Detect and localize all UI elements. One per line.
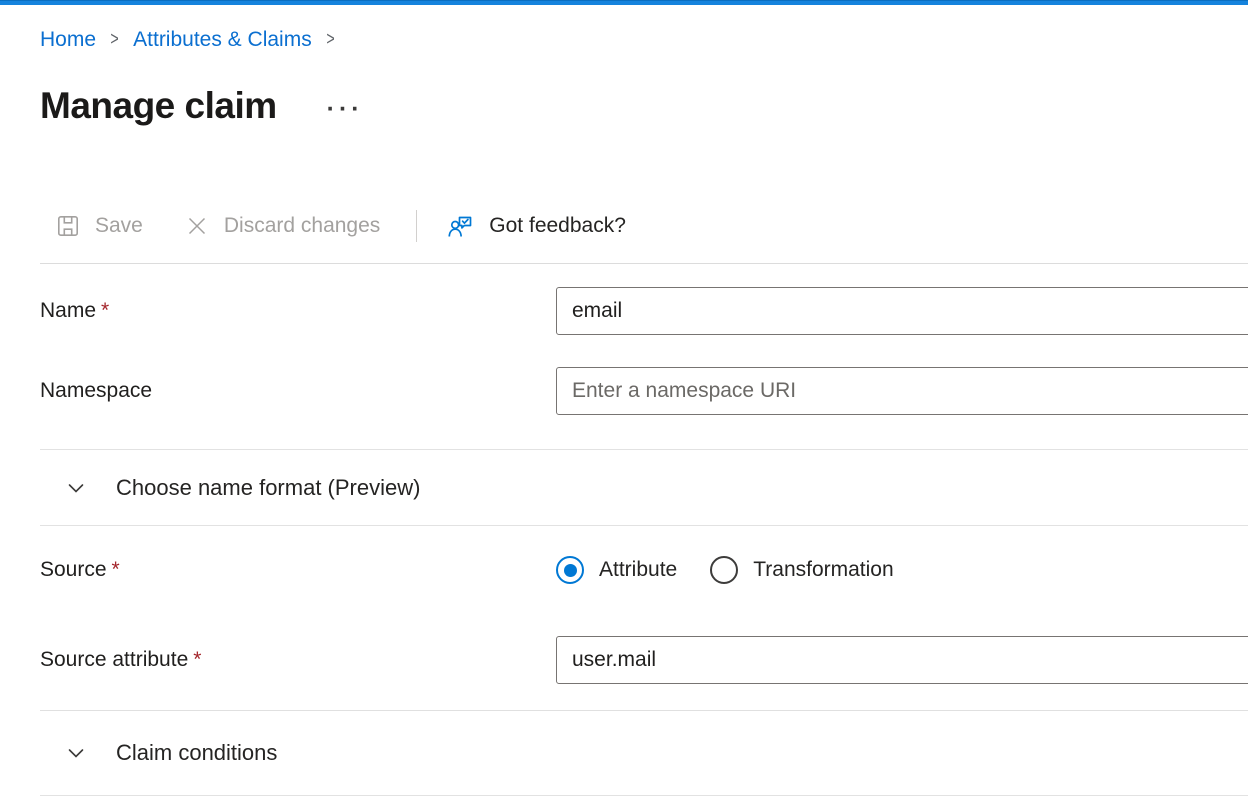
source-row: Source* Attribute Transformation: [40, 548, 1248, 592]
top-accent-bar: [0, 0, 1248, 5]
breadcrumb-link-attributes-claims[interactable]: Attributes & Claims: [133, 28, 312, 52]
chevron-down-icon: [65, 742, 87, 764]
breadcrumb-separator-icon: >: [326, 29, 334, 51]
got-feedback-button[interactable]: Got feedback?: [447, 213, 626, 240]
dismiss-x-icon: [185, 214, 209, 238]
title-row: Manage claim ···: [40, 83, 1248, 129]
got-feedback-label: Got feedback?: [489, 214, 626, 238]
manage-claim-page: Home > Attributes & Claims > Manage clai…: [0, 28, 1248, 796]
section-claim-conditions[interactable]: Claim conditions: [40, 711, 1248, 795]
name-input[interactable]: [556, 287, 1248, 335]
chevron-down-icon: [65, 477, 87, 499]
command-toolbar: Save Discard changes Got feedback?: [40, 207, 1248, 245]
namespace-row: Namespace: [40, 367, 1248, 415]
breadcrumb-separator-icon: >: [110, 29, 118, 51]
section-choose-name-format[interactable]: Choose name format (Preview): [40, 450, 1248, 525]
source-attribute-label: Source attribute*: [40, 648, 556, 672]
radio-selected-icon[interactable]: [556, 556, 584, 584]
toolbar-separator: [416, 210, 417, 242]
required-asterisk: *: [112, 558, 120, 581]
discard-changes-label: Discard changes: [224, 214, 380, 238]
source-label: Source*: [40, 558, 556, 582]
discard-changes-button[interactable]: Discard changes: [185, 214, 380, 238]
radio-transformation-label: Transformation: [753, 558, 893, 582]
page-title: Manage claim: [40, 83, 277, 129]
section-label: Claim conditions: [116, 740, 277, 766]
radio-option-transformation[interactable]: Transformation: [710, 556, 893, 584]
more-options-icon[interactable]: ···: [327, 99, 364, 119]
source-attribute-row: Source attribute*: [40, 636, 1248, 684]
source-attribute-input[interactable]: [556, 636, 1248, 684]
name-label: Name*: [40, 299, 556, 323]
name-row: Name*: [40, 287, 1248, 335]
namespace-input[interactable]: [556, 367, 1248, 415]
section-label: Choose name format (Preview): [116, 475, 420, 501]
save-icon: [56, 214, 80, 238]
section-divider: [40, 525, 1248, 526]
breadcrumb: Home > Attributes & Claims >: [40, 28, 1248, 52]
namespace-label: Namespace: [40, 379, 556, 403]
breadcrumb-link-home[interactable]: Home: [40, 28, 96, 52]
source-radio-group: Attribute Transformation: [556, 556, 1248, 584]
required-asterisk: *: [101, 299, 109, 322]
radio-attribute-label: Attribute: [599, 558, 677, 582]
toolbar-divider: [40, 263, 1248, 264]
radio-unselected-icon[interactable]: [710, 556, 738, 584]
save-label: Save: [95, 214, 143, 238]
radio-option-attribute[interactable]: Attribute: [556, 556, 677, 584]
feedback-person-icon: [447, 213, 474, 240]
section-divider: [40, 795, 1248, 796]
required-asterisk: *: [193, 648, 201, 671]
save-button[interactable]: Save: [56, 214, 143, 238]
